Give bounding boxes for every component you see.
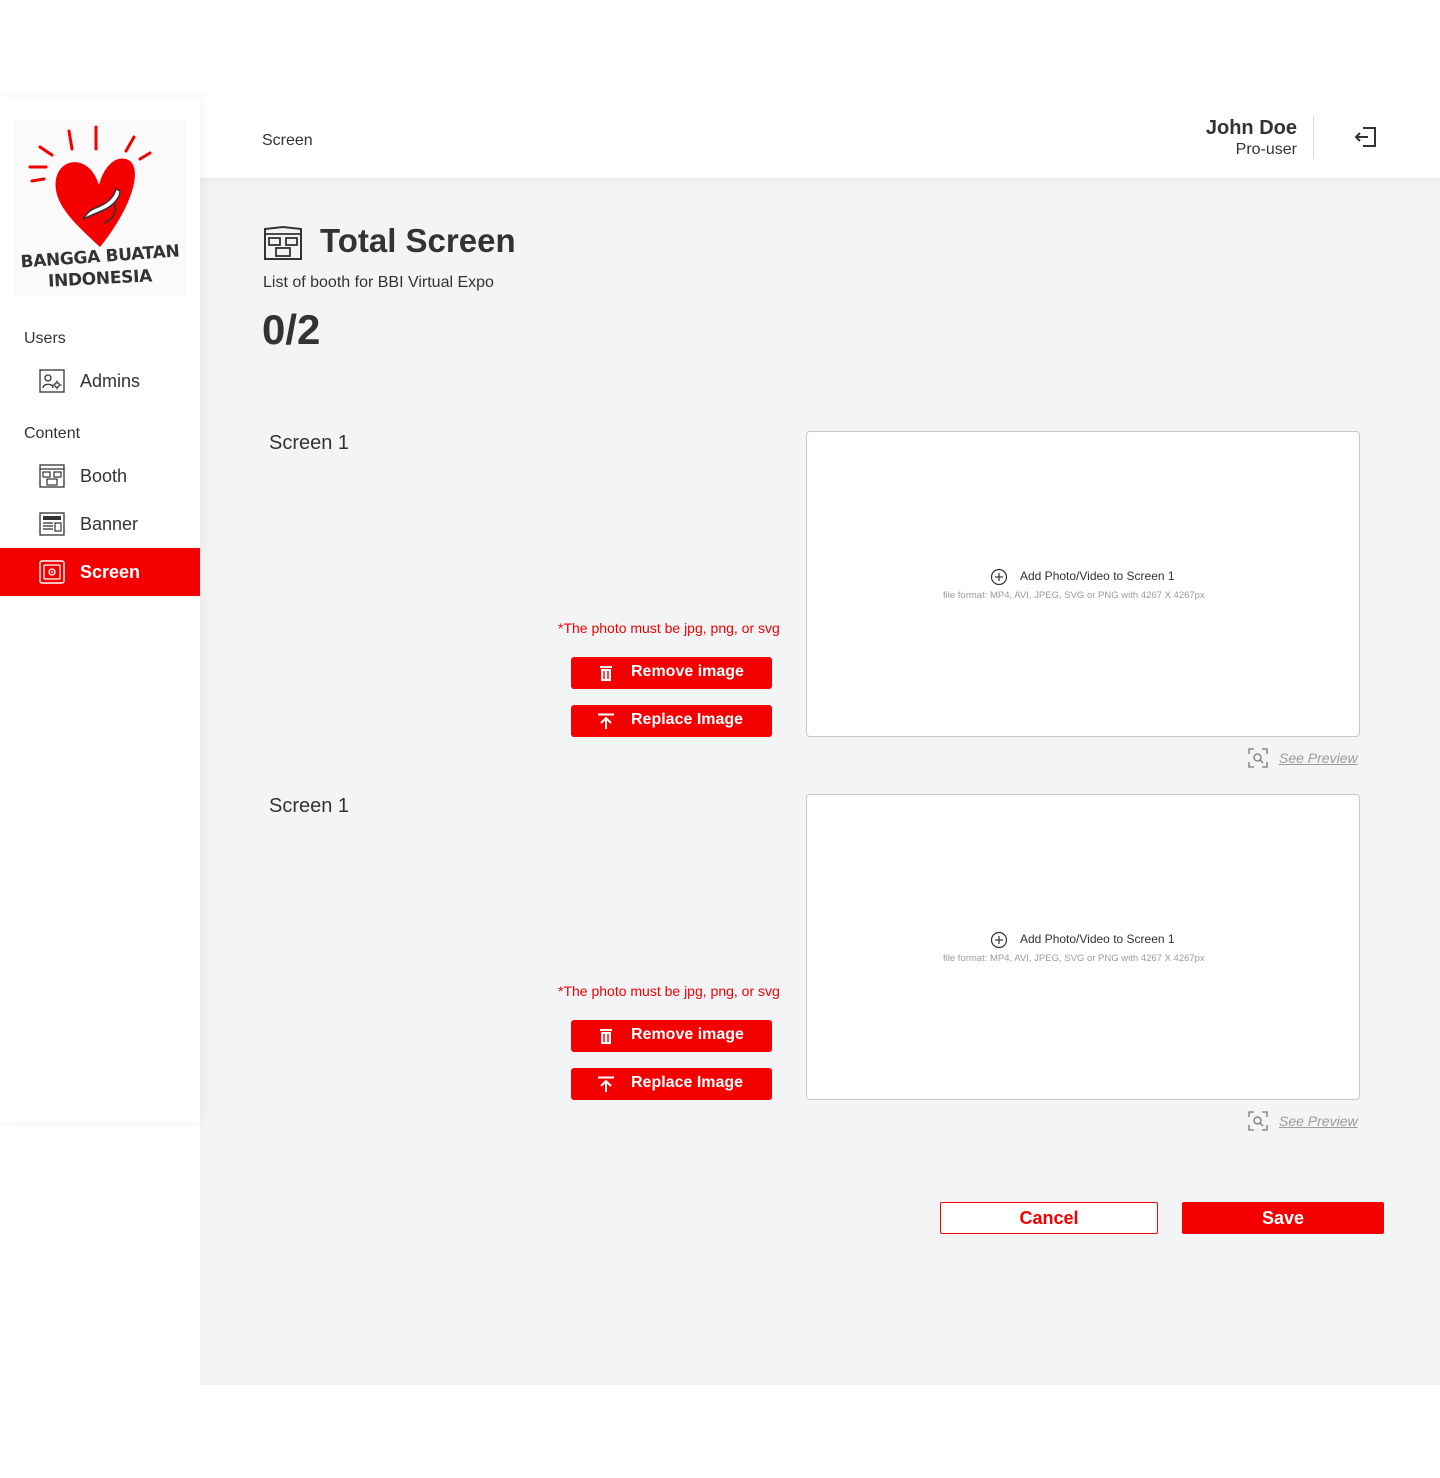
save-button[interactable]: Save <box>1182 1202 1384 1234</box>
user-role: Pro-user <box>1235 141 1297 158</box>
sidebar-item-label: Banner <box>80 514 139 534</box>
screen-label: Screen 1 <box>269 432 350 454</box>
remove-image-label: Remove image <box>631 1026 744 1043</box>
sidebar-item-label: Admins <box>80 371 141 391</box>
banner-icon <box>39 512 65 536</box>
zoom-preview-icon <box>1248 748 1268 768</box>
upload-prompt: Add Photo/Video to Screen 1 <box>807 929 1361 949</box>
sidebar: BANGGA BUATAN INDONESIA Users Admins Con… <box>0 97 200 1122</box>
breadcrumb[interactable]: Screen <box>262 132 313 150</box>
replace-image-label: Replace Image <box>631 1074 744 1091</box>
main-content: Total Screen List of booth for BBI Virtu… <box>200 178 1440 1385</box>
sidebar-section-content: Content <box>24 425 81 442</box>
remove-image-button[interactable]: Remove image <box>571 657 772 689</box>
sidebar-item-booth[interactable]: Booth <box>0 452 200 500</box>
top-header: Screen John Doe Pro-user <box>200 97 1440 178</box>
admins-icon <box>39 369 65 393</box>
sidebar-item-admins[interactable]: Admins <box>0 357 200 405</box>
upload-prompt-label: Add Photo/Video to Screen 1 <box>1020 569 1175 583</box>
trash-icon <box>600 1029 612 1044</box>
upload-dropzone[interactable]: Add Photo/Video to Screen 1 file format:… <box>806 431 1360 737</box>
upload-hint-text: file format: MP4, AVI, JPEG, SVG or PNG … <box>943 590 1205 601</box>
user-name: John Doe <box>1205 117 1297 139</box>
photo-format-note: *The photo must be jpg, png, or svg <box>558 983 780 999</box>
page-title: Total Screen <box>320 222 516 259</box>
upload-prompt-label: Add Photo/Video to Screen 1 <box>1020 932 1175 946</box>
upload-prompt: Add Photo/Video to Screen 1 <box>807 566 1361 586</box>
cancel-button[interactable]: Cancel <box>940 1202 1158 1234</box>
header-divider <box>1313 116 1314 159</box>
screen-count: 0/2 <box>262 306 321 353</box>
page-subtitle: List of booth for BBI Virtual Expo <box>263 274 494 291</box>
see-preview-label: See Preview <box>1279 1113 1358 1129</box>
upload-dropzone[interactable]: Add Photo/Video to Screen 1 file format:… <box>806 794 1360 1100</box>
booth-icon <box>39 464 65 488</box>
screen-icon <box>39 560 65 584</box>
add-circle-icon <box>990 931 1008 949</box>
remove-image-button[interactable]: Remove image <box>571 1020 772 1052</box>
sidebar-section-users: Users <box>24 330 66 347</box>
sidebar-item-banner[interactable]: Banner <box>0 500 200 548</box>
upload-icon <box>598 713 614 729</box>
zoom-preview-icon <box>1248 1111 1268 1131</box>
upload-icon <box>598 1076 614 1092</box>
remove-image-label: Remove image <box>631 663 744 680</box>
add-circle-icon <box>990 568 1008 586</box>
replace-image-label: Replace Image <box>631 711 744 728</box>
screen-label: Screen 1 <box>269 795 350 817</box>
photo-format-note: *The photo must be jpg, png, or svg <box>558 620 780 636</box>
see-preview-label: See Preview <box>1279 750 1358 766</box>
brand-logo: BANGGA BUATAN INDONESIA <box>14 119 186 297</box>
sidebar-item-screen[interactable]: Screen <box>0 548 200 596</box>
trash-icon <box>600 666 612 681</box>
replace-image-button[interactable]: Replace Image <box>571 705 772 737</box>
sidebar-item-label: Screen <box>80 562 141 582</box>
sidebar-item-label: Booth <box>80 466 128 486</box>
upload-hint-text: file format: MP4, AVI, JPEG, SVG or PNG … <box>943 953 1205 964</box>
logout-icon[interactable] <box>1353 125 1379 149</box>
booth-layout-icon <box>264 225 302 260</box>
replace-image-button[interactable]: Replace Image <box>571 1068 772 1100</box>
